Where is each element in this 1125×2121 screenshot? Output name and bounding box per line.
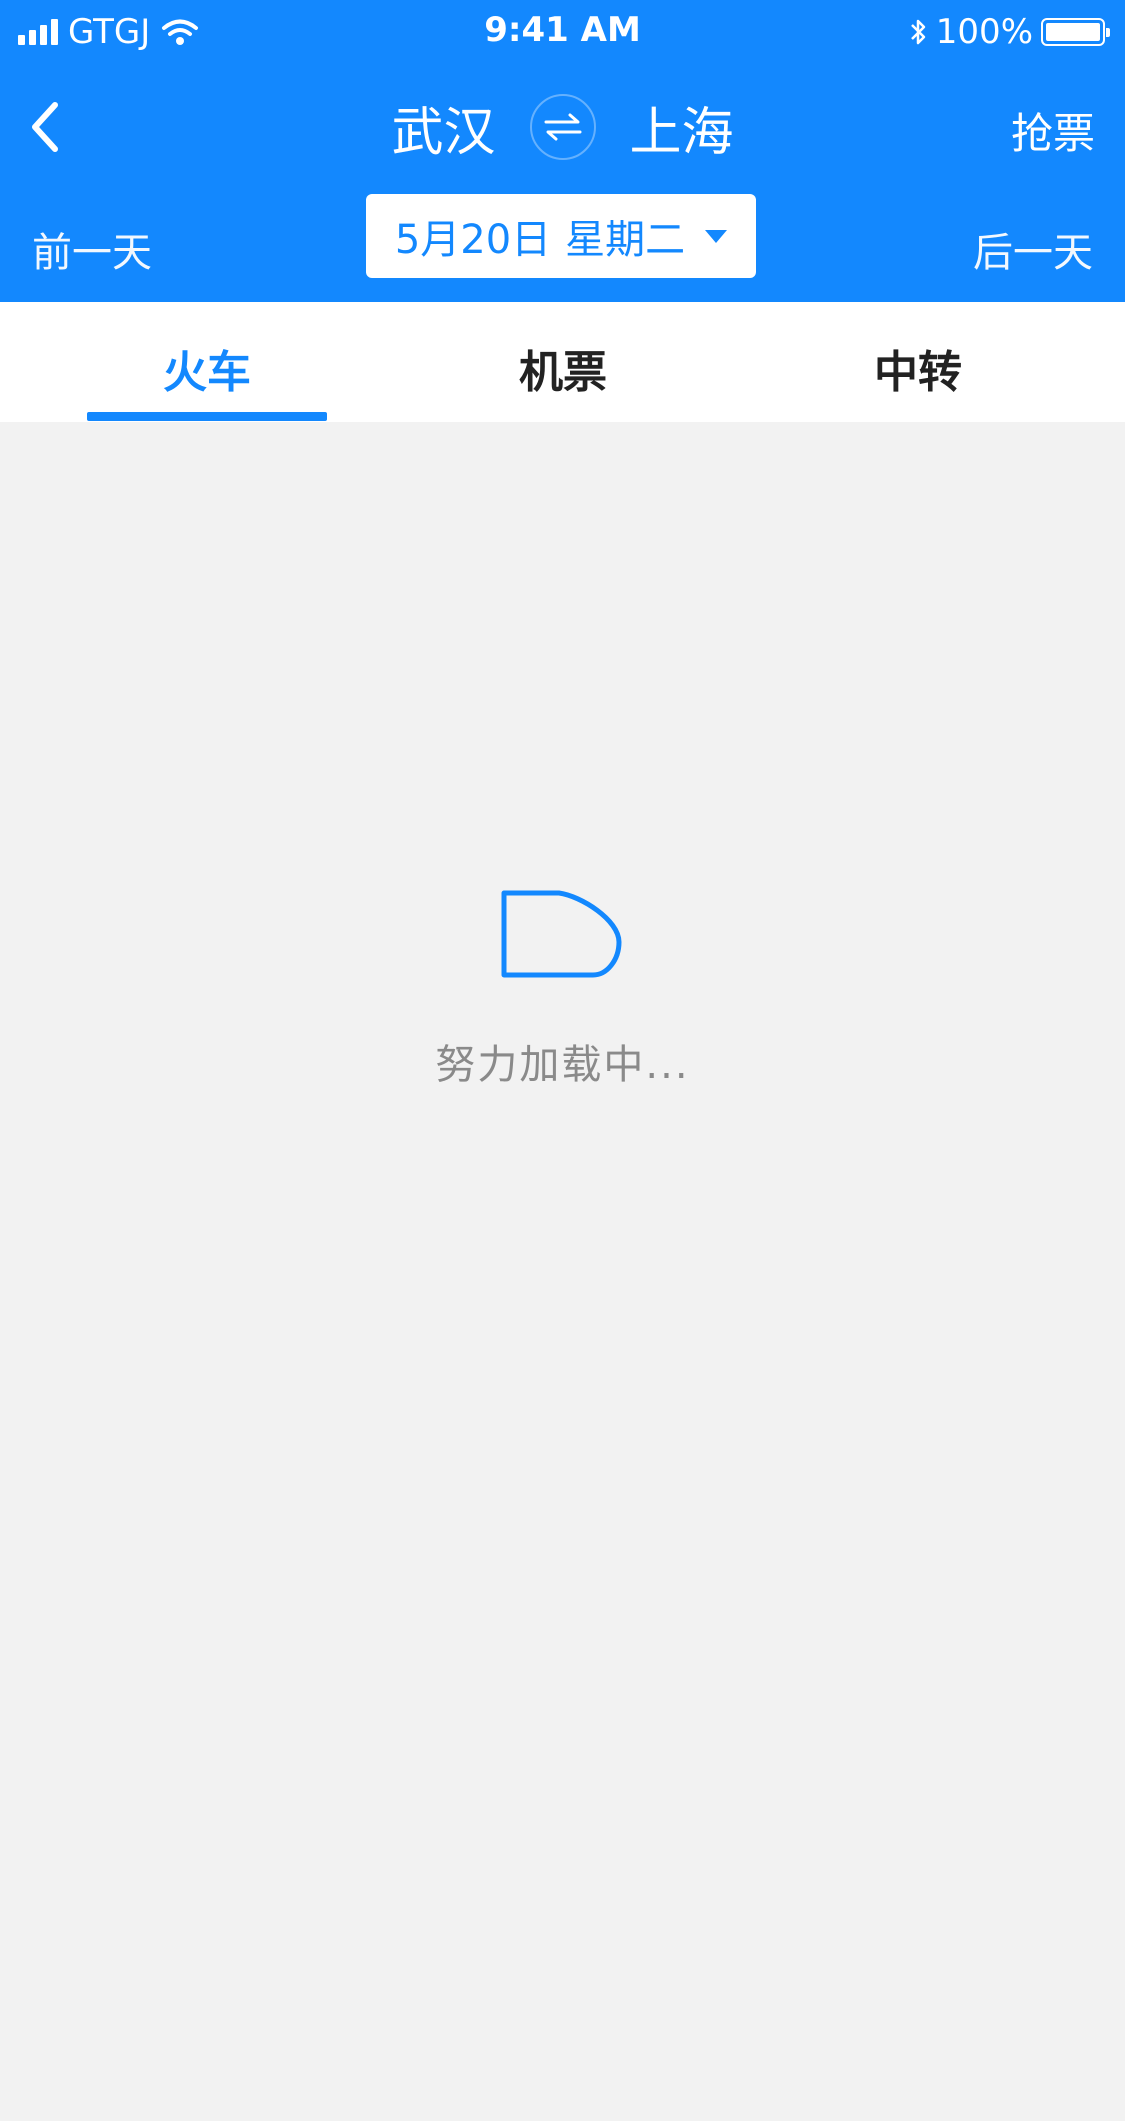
loading-text: 努力加载中... [435, 1042, 690, 1088]
status-bar: GTGJ 9:41 AM 100% [0, 0, 1125, 62]
tab-flight[interactable]: 机票 [443, 336, 683, 400]
weekday-text: 星期二 [565, 217, 686, 263]
loading-indicator: 努力加载中... [0, 890, 1125, 1090]
from-city[interactable]: 武汉 [391, 90, 495, 165]
caret-down-icon [705, 229, 728, 243]
tab-train[interactable]: 火车 [87, 336, 327, 400]
date-text: 5月20日 [394, 217, 552, 263]
battery-percent: 100% [935, 12, 1033, 52]
route-selector: 武汉 上海 [0, 90, 1125, 165]
nav-bar: 武汉 上海 抢票 [0, 62, 1125, 194]
grab-ticket-button[interactable]: 抢票 [1011, 100, 1095, 161]
next-day-button[interactable]: 后一天 [973, 220, 1093, 278]
battery-icon [1041, 18, 1110, 46]
date-bar: 前一天 5月20日 星期二 后一天 [0, 194, 1125, 284]
status-right: 100% [908, 10, 1110, 54]
to-city[interactable]: 上海 [630, 90, 734, 165]
train-icon [501, 890, 621, 978]
swap-button[interactable] [529, 94, 596, 160]
tab-bar: 火车 机票 中转 [0, 302, 1125, 422]
active-tab-indicator [87, 412, 327, 421]
prev-day-button[interactable]: 前一天 [32, 220, 152, 278]
top-bar: GTGJ 9:41 AM 100% 武汉 上海 抢票 前一天 5月20日 星期二… [0, 0, 1125, 302]
swap-icon [544, 113, 581, 141]
tab-transfer[interactable]: 中转 [798, 336, 1038, 400]
bluetooth-icon [910, 19, 926, 45]
date-picker[interactable]: 5月20日 星期二 [366, 194, 756, 278]
